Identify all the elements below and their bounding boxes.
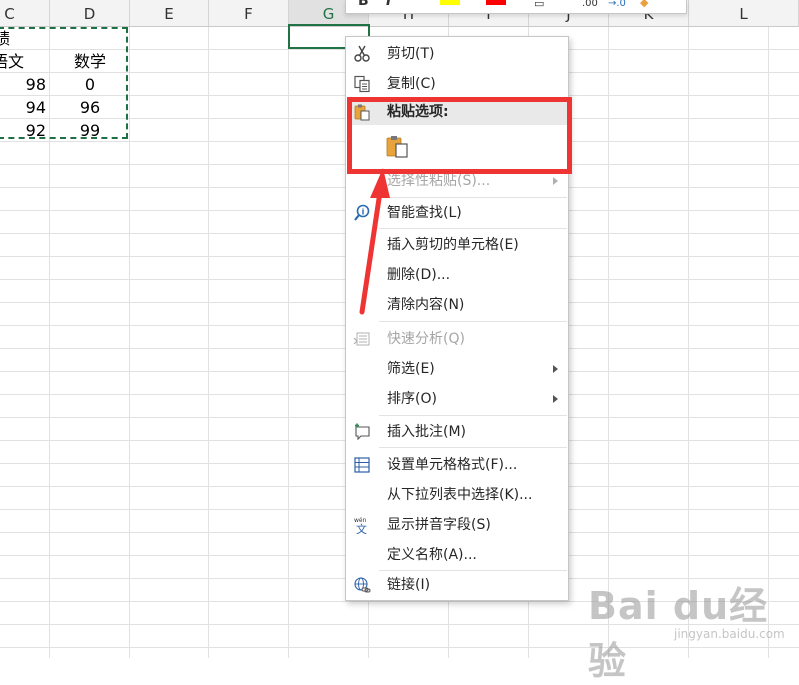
grid-line [688,27,689,658]
menu-item-quick-analysis[interactable]: 快速分析(Q) [347,325,568,353]
submenu-arrow-icon [553,395,558,403]
fill-color-icon[interactable] [440,0,460,5]
menu-item-cut[interactable]: 剪切(T) [347,40,568,68]
menu-item-label: 复制(C) [387,76,436,92]
column-header-e[interactable]: E [130,0,209,26]
menu-item-label: 排序(O) [387,391,437,407]
menu-separator [379,321,567,322]
menu-item-label: 快速分析(Q) [387,331,465,347]
format-cells-icon [354,457,370,473]
scissors-icon [354,45,370,62]
menu-item-label: 剪切(T) [387,46,435,62]
menu-item-pick-from-list[interactable]: 从下拉列表中选择(K)... [347,481,568,509]
menu-item-filter[interactable]: 筛选(E) [347,355,568,383]
annotation-arrow [359,168,390,315]
menu-item-label: 筛选(E) [387,361,435,377]
phonetic-icon: wén 文 [354,517,367,534]
column-header-f[interactable]: F [209,0,289,26]
menu-separator [379,447,567,448]
link-globe-icon [354,577,371,593]
submenu-arrow-icon [553,365,558,373]
column-header-l[interactable]: L [689,0,799,26]
menu-item-insert-comment[interactable]: 插入批注(M) [347,418,568,446]
watermark-url: jingyan.baidu.com [674,627,785,641]
comment-plus-icon [355,423,370,441]
italic-button[interactable]: I [386,0,391,9]
column-header-c[interactable]: C [0,0,50,26]
menu-item-format-cells[interactable]: 设置单元格格式(F)... [347,451,568,479]
format-painter-icon[interactable]: ◆ [640,0,648,9]
font-color-icon[interactable] [486,0,506,5]
mini-toolbar: B I ▭ .00 →.0 ◆ [345,0,687,14]
menu-item-define-name[interactable]: 定义名称(A)... [347,541,568,569]
menu-item-link[interactable]: 链接(I) [347,571,568,599]
submenu-arrow-icon [553,177,558,185]
grid-line [608,27,609,658]
column-header-d[interactable]: D [50,0,130,26]
menu-separator [379,228,567,229]
menu-item-label: 定义名称(A)... [387,547,477,563]
menu-item-label: 插入批注(M) [387,424,467,440]
menu-item-label: 显示拼音字段(S) [387,517,491,533]
grid-line [208,27,209,658]
menu-item-label: 从下拉列表中选择(K)... [387,487,533,503]
quick-analysis-icon [353,332,370,346]
increase-decimal-button[interactable]: .00 [582,0,598,9]
menu-item-show-phonetic[interactable]: wén 文 显示拼音字段(S) [347,511,568,539]
svg-text:文: 文 [356,522,367,534]
menu-item-label: 链接(I) [387,577,431,593]
grid-line [288,27,289,658]
baidu-watermark: Bai du经验 jingyan.baidu.com [588,565,788,683]
menu-item-sort[interactable]: 排序(O) [347,385,568,413]
bold-button[interactable]: B [358,0,369,9]
menu-separator [379,197,567,198]
decrease-decimal-button[interactable]: →.0 [608,0,626,9]
menu-item-label: 设置单元格格式(F)... [387,457,518,473]
menu-item-label: 插入剪切的单元格(E) [387,237,519,253]
copy-marquee [0,27,128,139]
menu-separator [379,415,567,416]
menu-item-copy[interactable]: 复制(C) [347,70,568,98]
copy-icon [354,75,370,93]
borders-icon[interactable]: ▭ [534,0,544,10]
grid-line [768,27,769,658]
